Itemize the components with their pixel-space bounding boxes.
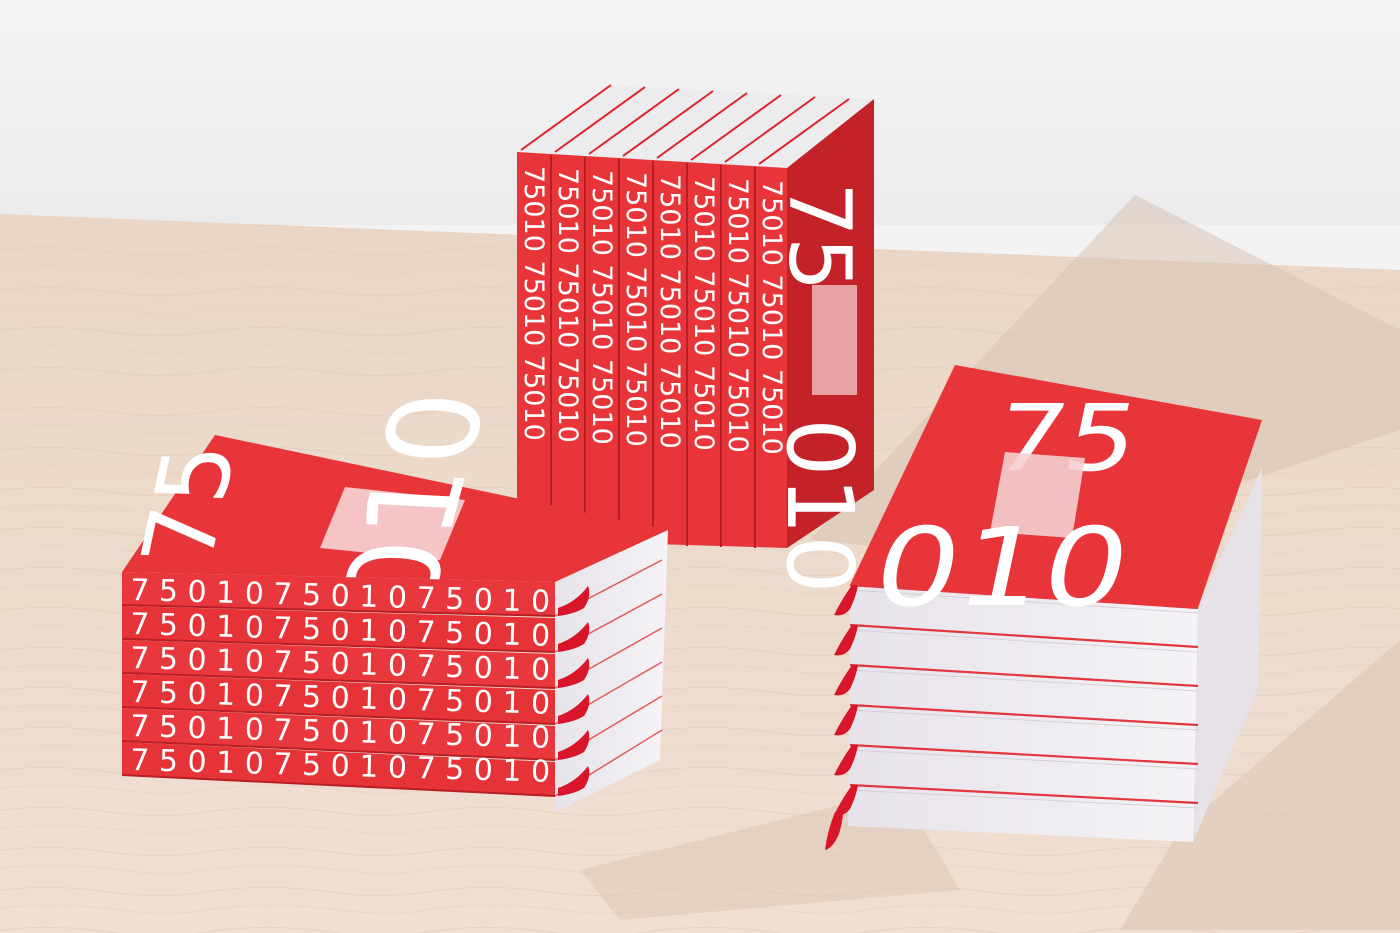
standing-spine-label: 75010 75010 75010 [620,172,651,447]
standing-spine-label: 75010 75010 75010 [518,166,549,441]
left-stack-spines: 7501075010750107501075010750107501075010… [121,572,556,797]
standing-spine-label: 75010 75010 75010 [586,170,617,445]
standing-spine-label: 75010 75010 75010 [688,176,719,451]
standing-cover-75: 75 [769,182,869,291]
standing-cover-010: 010 [766,418,873,594]
standing-spine-label: 75010 75010 75010 [654,174,685,449]
right-cover-010: 010 [863,505,1142,631]
standing-spine-label: 75010 75010 75010 [722,178,753,453]
standing-cover-photo [812,285,857,395]
product-photo-scene: 75010 75010 75010 75010 75010 75010 75010 … [0,0,1400,933]
standing-spine-label: 75010 75010 75010 [552,168,583,443]
